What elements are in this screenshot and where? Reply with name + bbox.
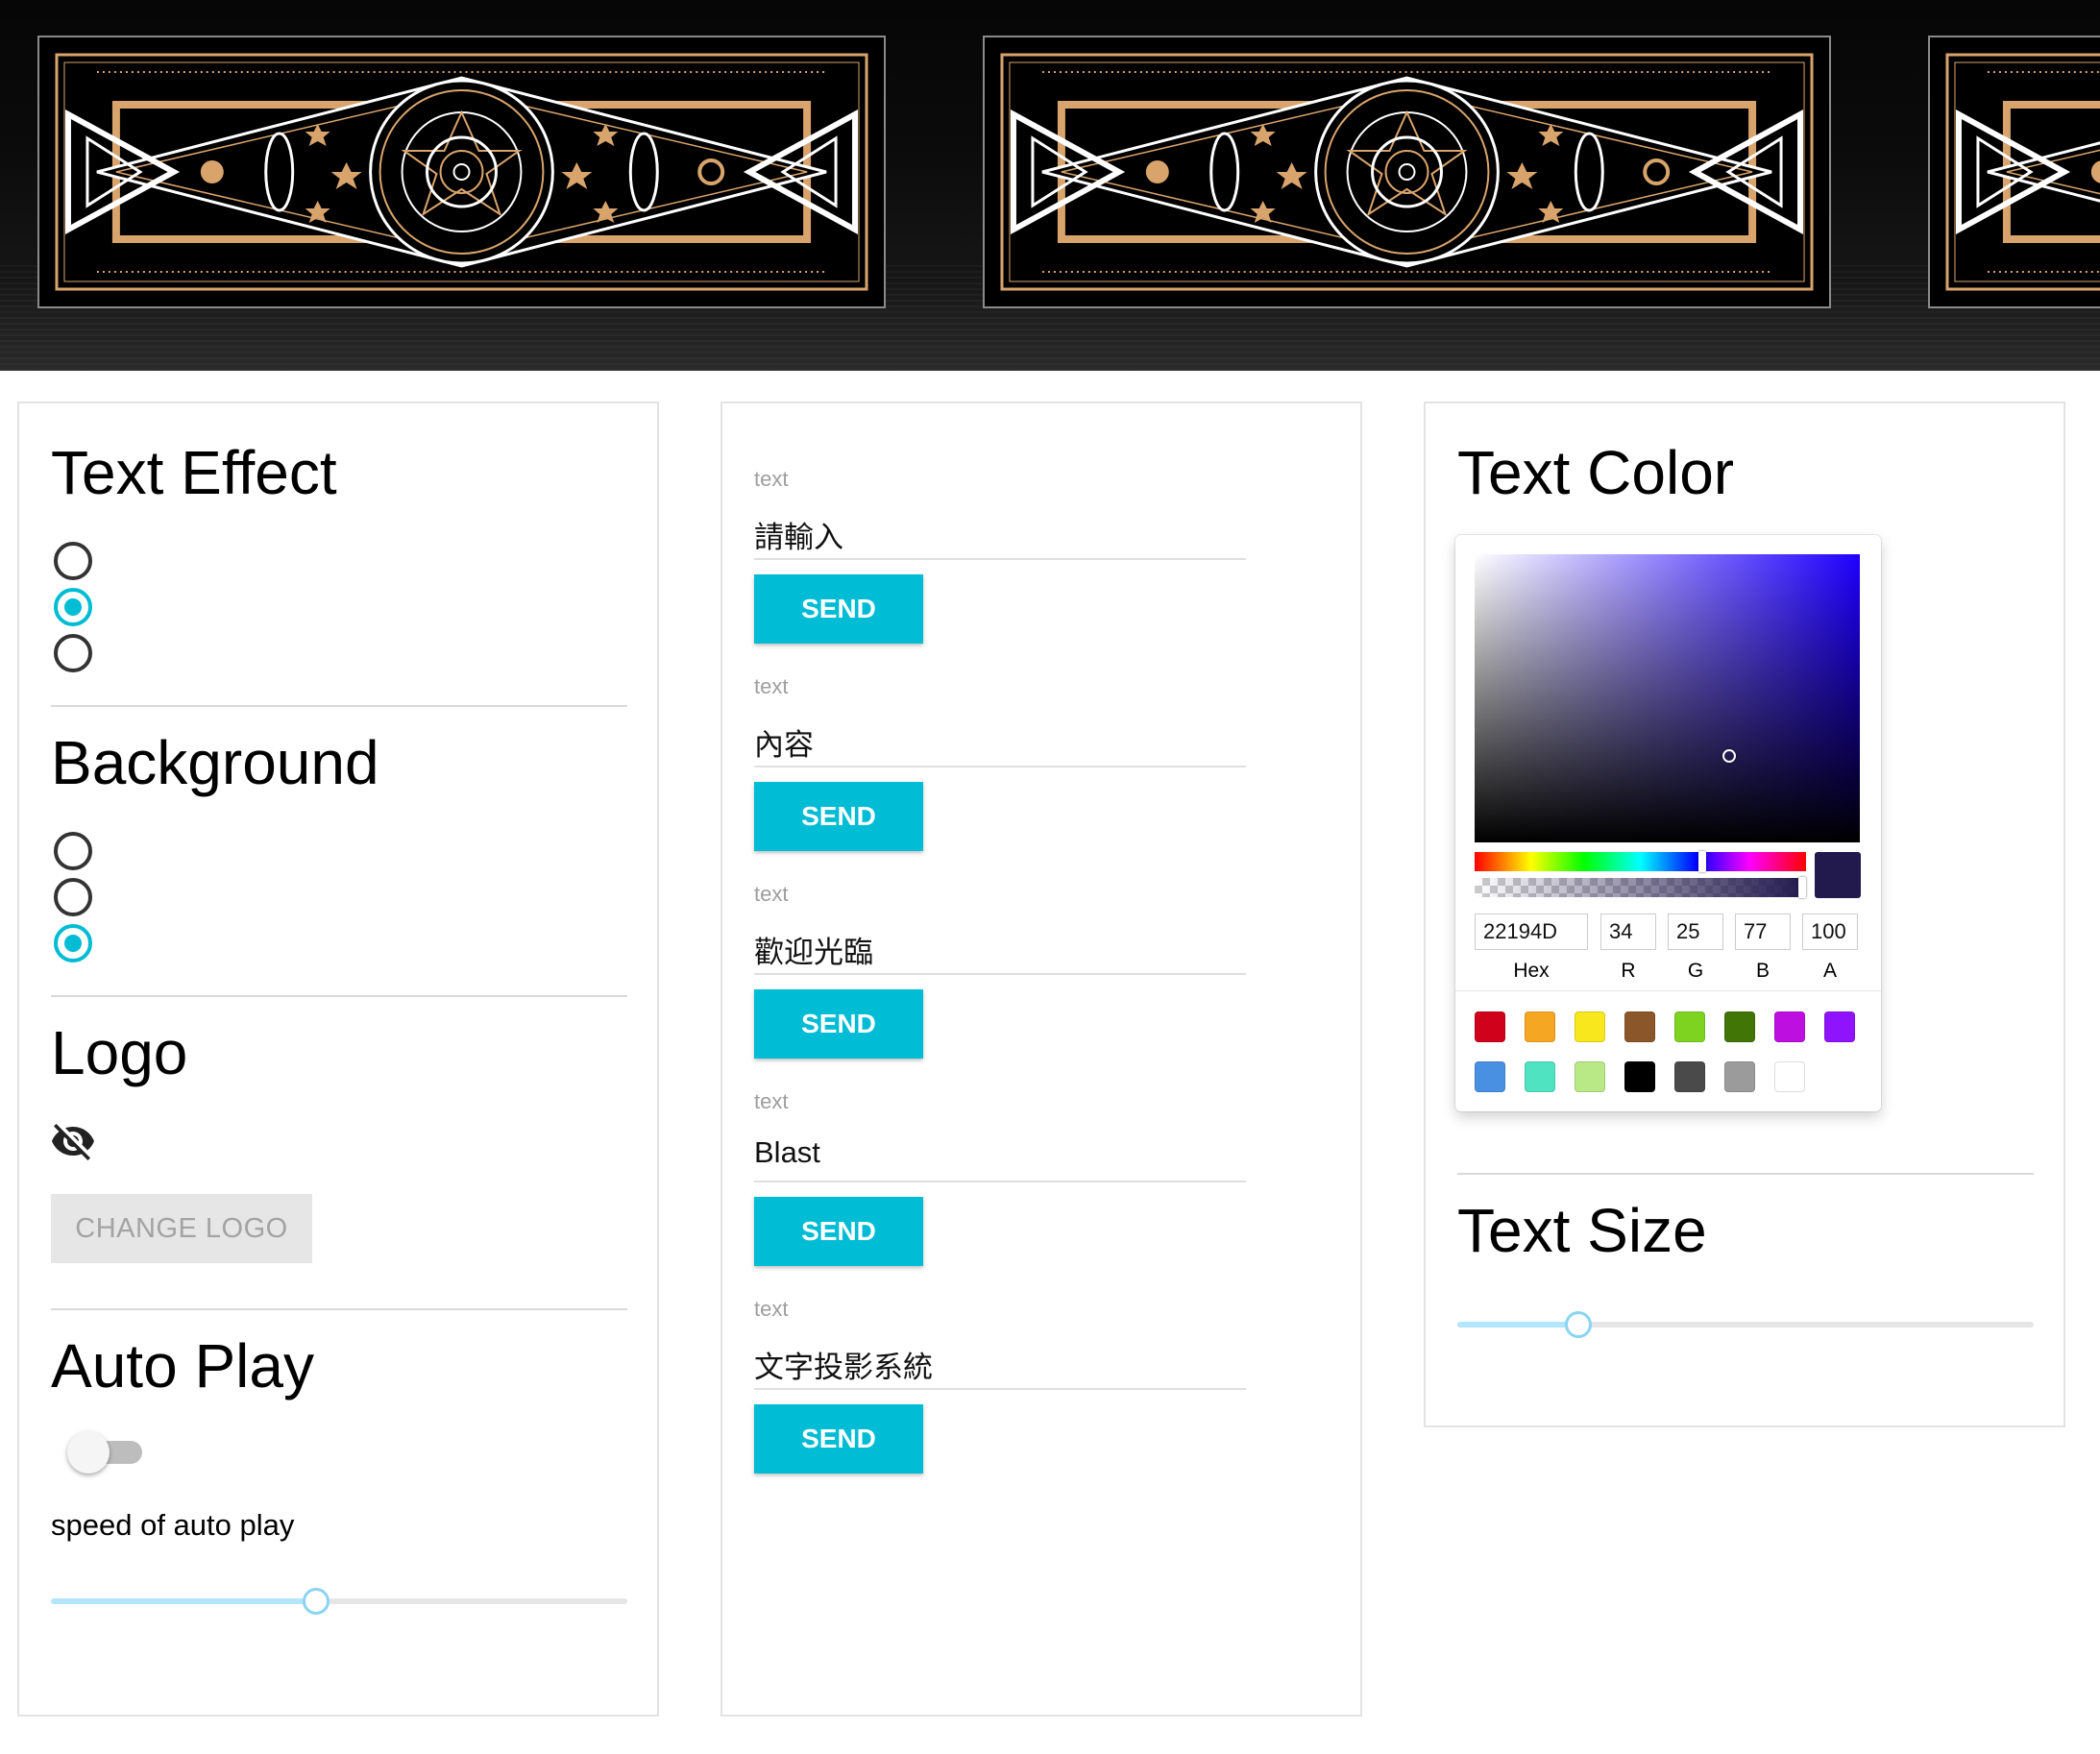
- current-color-swatch: [1815, 852, 1861, 898]
- text-size-slider[interactable]: [1457, 1311, 2034, 1338]
- divider: [51, 1308, 627, 1310]
- divider: [1457, 1173, 2034, 1175]
- settings-card: Text Effect Background Logo CHANGE LOGO …: [17, 402, 659, 1717]
- text-input[interactable]: 文字投影系統: [754, 1343, 933, 1386]
- text-effect-option-2[interactable]: [54, 588, 92, 626]
- send-button[interactable]: SEND: [754, 1197, 923, 1266]
- saturation-cursor[interactable]: [1722, 749, 1736, 763]
- text-effect-title: Text Effect: [51, 438, 337, 507]
- preset-color-swatch[interactable]: [1674, 1011, 1705, 1042]
- background-title: Background: [51, 728, 379, 797]
- hex-label: Hex: [1513, 960, 1550, 982]
- auto-play-toggle[interactable]: [61, 1429, 148, 1475]
- divider: [51, 705, 627, 707]
- text-field-label: text: [754, 674, 789, 698]
- preset-color-swatch[interactable]: [1774, 1061, 1805, 1092]
- auto-play-speed-label: speed of auto play: [51, 1508, 295, 1542]
- text-input-underline: [754, 1181, 1246, 1182]
- send-button[interactable]: SEND: [754, 782, 923, 851]
- hex-input[interactable]: 22194D: [1475, 914, 1588, 950]
- text-input-underline: [754, 973, 1246, 975]
- preset-color-swatch[interactable]: [1724, 1011, 1755, 1042]
- green-label: G: [1687, 960, 1704, 982]
- preview-panel-1: [37, 36, 886, 308]
- slider-fill: [1457, 1322, 1578, 1328]
- preview-banner: [0, 0, 2100, 371]
- send-button[interactable]: SEND: [754, 1404, 923, 1474]
- preset-color-swatch[interactable]: [1575, 1011, 1605, 1042]
- text-effect-option-1[interactable]: [54, 542, 92, 580]
- preset-color-swatch[interactable]: [1624, 1011, 1655, 1042]
- text-color-title: Text Color: [1457, 438, 1735, 507]
- text-size-title: Text Size: [1457, 1196, 1707, 1265]
- preset-color-swatch[interactable]: [1525, 1011, 1555, 1042]
- background-option-1[interactable]: [54, 832, 92, 870]
- slider-thumb[interactable]: [1565, 1311, 1592, 1338]
- background-option-2[interactable]: [54, 878, 92, 916]
- auto-play-title: Auto Play: [51, 1331, 314, 1401]
- alpha-handle[interactable]: [1798, 877, 1806, 898]
- saturation-area[interactable]: [1475, 554, 1860, 842]
- text-input-underline: [754, 1388, 1246, 1390]
- alpha-slider[interactable]: [1475, 877, 1806, 898]
- text-input[interactable]: 請輸入: [754, 513, 843, 556]
- blue-input[interactable]: 77: [1735, 914, 1791, 950]
- divider: [1455, 990, 1881, 991]
- preset-color-swatch[interactable]: [1475, 1011, 1505, 1042]
- background-option-3[interactable]: [54, 924, 92, 962]
- slider-fill: [51, 1598, 316, 1604]
- hue-slider[interactable]: [1475, 851, 1806, 872]
- preset-color-swatch[interactable]: [1774, 1011, 1805, 1042]
- text-effect-option-3[interactable]: [54, 634, 92, 672]
- logo-title: Logo: [51, 1018, 188, 1087]
- send-button[interactable]: SEND: [754, 989, 923, 1059]
- text-input[interactable]: 內容: [754, 720, 814, 764]
- preview-panel-2: [983, 36, 1831, 308]
- text-send-card: text 請輸入 SEND text 內容 SEND text 歡迎光臨 SEND text Bla…: [720, 402, 1362, 1717]
- text-input[interactable]: 歡迎光臨: [754, 928, 873, 971]
- red-label: R: [1621, 960, 1636, 982]
- preset-color-swatch[interactable]: [1824, 1011, 1855, 1042]
- text-field-label: text: [754, 1089, 789, 1113]
- green-input[interactable]: 25: [1668, 914, 1723, 950]
- text-input[interactable]: Blast: [754, 1135, 820, 1170]
- preview-panel-3: [1928, 36, 2100, 308]
- preset-color-swatch[interactable]: [1575, 1061, 1605, 1092]
- auto-play-speed-slider[interactable]: [51, 1588, 627, 1615]
- visibility-off-icon[interactable]: [50, 1118, 96, 1164]
- color-picker: 22194D 34 25 77 100 Hex R G B A: [1455, 535, 1881, 1111]
- text-input-underline: [754, 558, 1246, 560]
- toggle-thumb: [67, 1431, 110, 1474]
- text-field-label: text: [754, 467, 789, 491]
- text-field-label: text: [754, 1297, 789, 1321]
- preset-color-swatch[interactable]: [1724, 1061, 1755, 1092]
- alpha-label: A: [1822, 960, 1837, 982]
- text-input-underline: [754, 766, 1246, 767]
- hue-handle[interactable]: [1698, 851, 1706, 872]
- preset-color-swatch[interactable]: [1624, 1061, 1655, 1092]
- blue-label: B: [1755, 960, 1770, 982]
- text-field-label: text: [754, 882, 789, 906]
- preset-color-swatch[interactable]: [1674, 1061, 1705, 1092]
- send-button[interactable]: SEND: [754, 574, 923, 644]
- preset-color-swatch[interactable]: [1475, 1061, 1505, 1092]
- red-input[interactable]: 34: [1600, 914, 1656, 950]
- alpha-input[interactable]: 100: [1802, 914, 1858, 950]
- divider: [51, 995, 627, 997]
- change-logo-button[interactable]: CHANGE LOGO: [51, 1194, 312, 1263]
- slider-thumb[interactable]: [303, 1588, 330, 1615]
- preset-color-swatch[interactable]: [1525, 1061, 1555, 1092]
